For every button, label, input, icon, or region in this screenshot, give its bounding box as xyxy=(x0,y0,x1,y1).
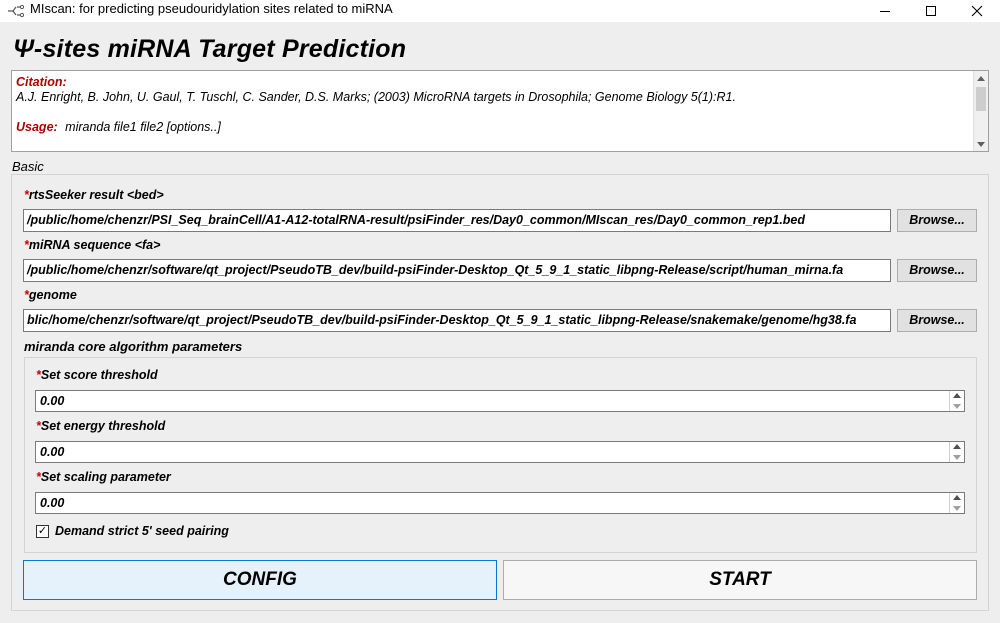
scroll-up-icon[interactable] xyxy=(977,76,985,81)
usage-label: Usage: xyxy=(16,120,58,134)
mirna-label: *miRNA sequence <fa> xyxy=(24,238,160,252)
minimize-button[interactable] xyxy=(862,0,908,22)
scroll-thumb[interactable] xyxy=(976,87,986,111)
citation-label: Citation: xyxy=(16,75,67,89)
spin-down-icon[interactable] xyxy=(953,506,961,511)
scaling-stepper[interactable] xyxy=(949,493,964,513)
spin-up-icon[interactable] xyxy=(953,495,961,500)
start-button[interactable]: START xyxy=(503,560,977,600)
title-bar: MIscan: for predicting pseudouridylation… xyxy=(0,0,1000,22)
genome-label-text: genome xyxy=(28,288,77,302)
bed-path-input[interactable]: /public/home/chenzr/PSI_Seq_brainCell/A1… xyxy=(23,209,891,232)
bed-browse-button[interactable]: Browse... xyxy=(897,209,977,232)
config-button[interactable]: CONFIG xyxy=(23,560,497,600)
scaling-value: 0.00 xyxy=(40,496,65,510)
info-scrollbar[interactable] xyxy=(973,71,988,151)
scaling-label: *Set scaling parameter xyxy=(36,470,171,484)
info-textbox[interactable]: Citation: A.J. Enright, B. John, U. Gaul… xyxy=(11,70,989,152)
spin-up-icon[interactable] xyxy=(953,444,961,449)
algo-group-title: miranda core algorithm parameters xyxy=(24,339,243,354)
citation-text: A.J. Enright, B. John, U. Gaul, T. Tusch… xyxy=(16,90,736,104)
spin-up-icon[interactable] xyxy=(953,393,961,398)
strict-seed-checkbox[interactable]: ✓ xyxy=(36,525,49,538)
score-spinbox[interactable]: 0.00 xyxy=(35,390,965,412)
mirna-label-text: miRNA sequence <fa> xyxy=(28,238,161,252)
energy-spinbox[interactable]: 0.00 xyxy=(35,441,965,463)
scaling-spinbox[interactable]: 0.00 xyxy=(35,492,965,514)
scroll-down-icon[interactable] xyxy=(977,142,985,147)
basic-group-title: Basic xyxy=(12,159,44,174)
energy-stepper[interactable] xyxy=(949,442,964,462)
score-value: 0.00 xyxy=(40,394,65,408)
energy-value: 0.00 xyxy=(40,445,65,459)
bed-label: *rtsSeeker result <bed> xyxy=(24,188,164,202)
genome-path-input[interactable]: blic/home/chenzr/software/qt_project/Pse… xyxy=(23,309,891,332)
mirna-browse-button[interactable]: Browse... xyxy=(897,259,977,282)
close-button[interactable] xyxy=(954,0,1000,22)
window-title: MIscan: for predicting pseudouridylation… xyxy=(30,1,393,16)
genome-browse-button[interactable]: Browse... xyxy=(897,309,977,332)
score-stepper[interactable] xyxy=(949,391,964,411)
strict-seed-label[interactable]: Demand strict 5' seed pairing xyxy=(55,524,229,538)
page-title: Ψ-sites miRNA Target Prediction xyxy=(13,35,407,63)
energy-label: *Set energy threshold xyxy=(36,419,165,433)
score-label: *Set score threshold xyxy=(36,368,158,382)
bed-label-text: rtsSeeker result <bed> xyxy=(28,188,164,202)
scaling-label-text: Set scaling parameter xyxy=(40,470,171,484)
spin-down-icon[interactable] xyxy=(953,455,961,460)
score-label-text: Set score threshold xyxy=(40,368,158,382)
app-icon xyxy=(8,4,25,18)
usage-text: miranda file1 file2 [options..] xyxy=(65,120,221,134)
main-panel: Ψ-sites miRNA Target Prediction Citation… xyxy=(0,22,1000,623)
minimize-icon xyxy=(880,11,890,12)
close-icon xyxy=(971,5,983,17)
energy-label-text: Set energy threshold xyxy=(40,419,166,433)
mirna-path-input[interactable]: /public/home/chenzr/software/qt_project/… xyxy=(23,259,891,282)
maximize-icon xyxy=(926,6,936,16)
spin-down-icon[interactable] xyxy=(953,404,961,409)
genome-label: *genome xyxy=(24,288,77,302)
maximize-button[interactable] xyxy=(908,0,954,22)
